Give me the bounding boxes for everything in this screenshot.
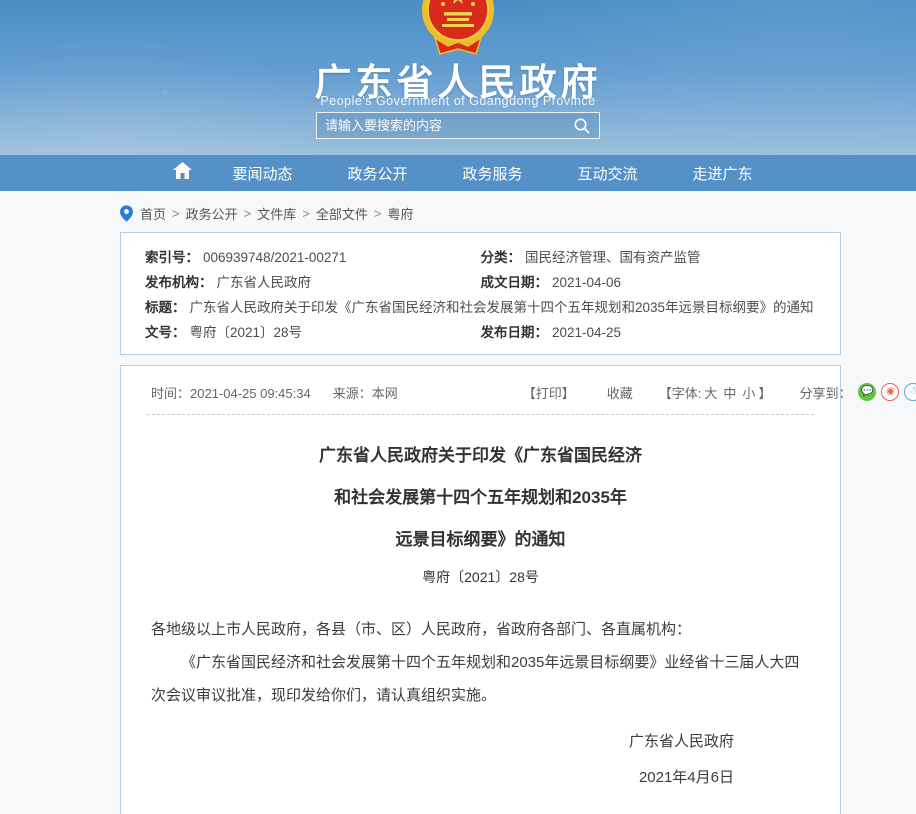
article-signature: 广东省人民政府 2021年4月6日: [145, 724, 816, 796]
breadcrumb-yuefu[interactable]: 粤府: [387, 204, 413, 223]
breadcrumb-all-files[interactable]: 全部文件: [316, 204, 368, 223]
article-box: 时间：2021-04-25 09:45:34 来源：本网 【打印】 收藏 【字体…: [120, 365, 841, 814]
font-size-medium-button[interactable]: 中: [723, 386, 736, 401]
meta-label: 发布机构：: [145, 275, 213, 290]
font-label-suffix: 】: [758, 386, 771, 401]
meta-value: 2021-04-06: [552, 275, 621, 290]
article-body: 各地级以上市人民政府，各县（市、区）人民政府，省政府各部门、各直属机构： 《广东…: [145, 613, 816, 712]
article-paragraph: 各地级以上市人民政府，各县（市、区）人民政府，省政府各部门、各直属机构：: [151, 613, 810, 646]
search-input[interactable]: [325, 118, 573, 133]
breadcrumb-separator: >: [374, 206, 382, 221]
breadcrumb-separator: >: [302, 206, 310, 221]
font-size-control: 【字体:大中小】: [659, 383, 772, 402]
meta-label: 成文日期：: [481, 275, 549, 290]
breadcrumb-home[interactable]: 首页: [140, 204, 166, 223]
signature-name: 广东省人民政府: [145, 724, 734, 760]
favorite-button[interactable]: 收藏: [607, 383, 633, 402]
article-source: 来源：本网: [333, 383, 398, 402]
nav-item-gov-affairs[interactable]: 政务公开: [320, 163, 435, 184]
qq-share-icon[interactable]: ☃: [904, 383, 916, 401]
meta-written-date: 成文日期：2021-04-06: [481, 270, 817, 295]
toolbar-divider: [147, 414, 814, 415]
meta-doc-number: 文号： 粤府〔2021〕28号: [145, 320, 481, 345]
main-nav: 要闻动态 政务公开 政务服务 互动交流 走进广东: [0, 155, 916, 191]
breadcrumb-separator: >: [244, 206, 252, 221]
meta-index-number: 索引号： 006939748/2021-00271: [145, 245, 481, 270]
meta-label: 发布日期：: [481, 325, 549, 340]
breadcrumb-file-library[interactable]: 文件库: [257, 204, 296, 223]
meta-value: 006939748/2021-00271: [203, 250, 346, 265]
article-doc-number: 粤府〔2021〕28号: [145, 567, 816, 587]
meta-label: 分类：: [481, 250, 522, 265]
print-button[interactable]: 【打印】: [523, 383, 575, 402]
article-title-line: 远景目标纲要》的通知: [145, 519, 816, 561]
meta-title: 标题： 广东省人民政府关于印发《广东省国民经济和社会发展第十四个五年规划和2035…: [145, 295, 816, 320]
national-emblem-icon: [421, 0, 495, 60]
meta-value: 广东省人民政府: [217, 275, 312, 290]
share-control: 分享到： 💬 ◉ ☃ ★: [799, 383, 916, 402]
meta-category: 分类：国民经济管理、国有资产监管: [481, 245, 817, 270]
meta-label: 文号：: [145, 325, 186, 340]
search-icon[interactable]: [573, 117, 591, 135]
site-header: 广东省人民政府 People's Government of Guangdong…: [0, 0, 916, 155]
breadcrumb-gov-affairs[interactable]: 政务公开: [186, 204, 238, 223]
breadcrumb: 首页 > 政务公开 > 文件库 > 全部文件 > 粤府: [120, 202, 413, 224]
nav-item-services[interactable]: 政务服务: [435, 163, 550, 184]
article-title-line: 广东省人民政府关于印发《广东省国民经济: [145, 435, 816, 477]
article-title: 广东省人民政府关于印发《广东省国民经济 和社会发展第十四个五年规划和2035年 …: [145, 435, 816, 561]
article-title-line: 和社会发展第十四个五年规划和2035年: [145, 477, 816, 519]
document-meta-box: 索引号： 006939748/2021-00271 分类：国民经济管理、国有资产监…: [120, 232, 841, 355]
meta-value: 广东省人民政府关于印发《广东省国民经济和社会发展第十四个五年规划和2035年远景…: [190, 300, 814, 315]
nav-home[interactable]: [160, 162, 205, 184]
meta-value: 国民经济管理、国有资产监管: [525, 250, 701, 265]
search-box[interactable]: [316, 112, 600, 139]
site-subtitle: People's Government of Guangdong Provinc…: [0, 94, 916, 108]
meta-label: 索引号：: [145, 250, 199, 265]
meta-value: 2021-04-25: [552, 325, 621, 340]
nav-item-about-guangdong[interactable]: 走进广东: [665, 163, 780, 184]
article-paragraph: 《广东省国民经济和社会发展第十四个五年规划和2035年远景目标纲要》业经省十三届…: [151, 646, 810, 712]
nav-item-news[interactable]: 要闻动态: [205, 163, 320, 184]
weibo-share-icon[interactable]: ◉: [881, 383, 899, 401]
signature-date: 2021年4月6日: [145, 760, 734, 796]
article-toolbar: 时间：2021-04-25 09:45:34 来源：本网 【打印】 收藏 【字体…: [145, 370, 816, 414]
share-label: 分享到：: [799, 383, 851, 402]
font-size-large-button[interactable]: 大: [704, 386, 717, 401]
meta-publish-date: 发布日期：2021-04-25: [481, 320, 817, 345]
meta-label: 标题：: [145, 300, 186, 315]
location-pin-icon: [120, 205, 133, 222]
home-icon: [173, 162, 192, 179]
font-label-prefix: 【字体:: [659, 386, 702, 401]
wechat-share-icon[interactable]: 💬: [858, 383, 876, 401]
meta-value: 粤府〔2021〕28号: [190, 325, 303, 340]
meta-issuing-agency: 发布机构： 广东省人民政府: [145, 270, 481, 295]
nav-item-interaction[interactable]: 互动交流: [550, 163, 665, 184]
font-size-small-button[interactable]: 小: [742, 386, 755, 401]
breadcrumb-separator: >: [172, 206, 180, 221]
article-time: 时间：2021-04-25 09:45:34: [151, 383, 311, 402]
share-icons: 💬 ◉ ☃ ★: [853, 383, 916, 401]
